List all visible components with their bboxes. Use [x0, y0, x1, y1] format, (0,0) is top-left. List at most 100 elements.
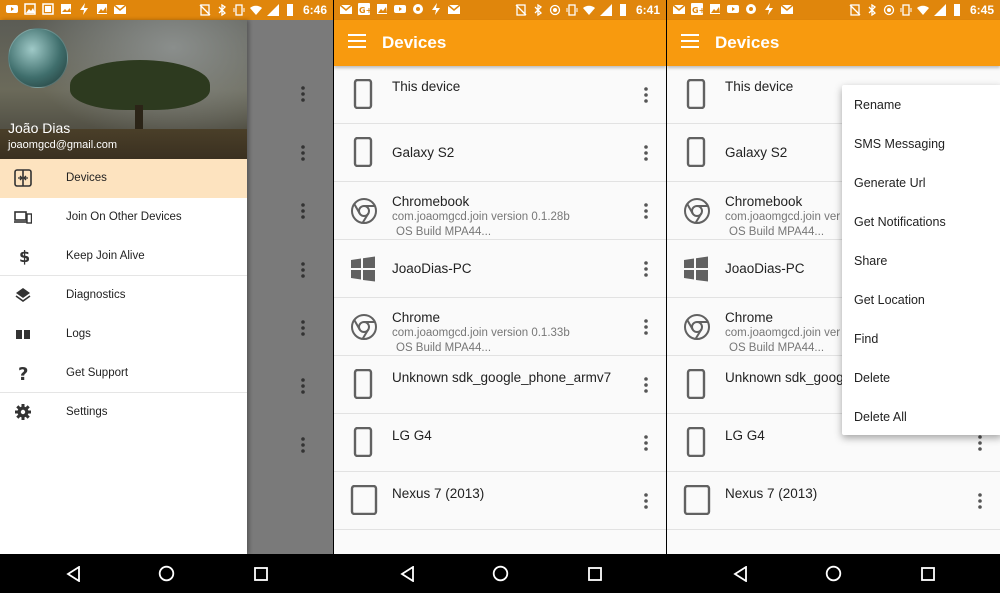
device-row[interactable]: JoaoDias-PC [334, 240, 666, 298]
signal-icon [599, 4, 612, 16]
hamburger-menu-icon[interactable] [681, 34, 699, 48]
hamburger-menu-icon[interactable] [348, 34, 366, 48]
gallery-notification-icon [42, 3, 54, 15]
device-name: Galaxy S2 [392, 145, 455, 160]
overflow-menu-icon[interactable] [644, 377, 648, 393]
phone-icon [686, 79, 706, 109]
wifi-icon [249, 5, 262, 15]
menu-item-delete[interactable]: Delete [842, 358, 1000, 397]
status-time: 6:46 [302, 3, 327, 17]
no-sim-icon [199, 4, 211, 16]
device-name: Chromebook [392, 194, 470, 209]
back-icon[interactable] [400, 566, 416, 582]
help-icon: ? [18, 364, 28, 382]
svg-text:?: ? [18, 364, 28, 382]
bluetooth-icon [868, 4, 876, 16]
device-row[interactable]: Chrome com.joaomgcd.join version 0.1.33b… [334, 298, 666, 356]
menu-item-generate-url[interactable]: Generate Url [842, 163, 1000, 202]
overflow-menu-icon[interactable] [644, 261, 648, 277]
device-row[interactable]: LG G4 [334, 414, 666, 472]
device-name: LG G4 [725, 428, 765, 443]
status-time: 6:41 [635, 3, 660, 17]
book-icon [16, 330, 30, 339]
photos-notification-icon [97, 4, 107, 14]
phone-icon [686, 427, 706, 457]
drawer-scrim[interactable] [247, 20, 333, 554]
overflow-menu-icon[interactable] [644, 435, 648, 451]
device-name: Nexus 7 (2013) [725, 486, 818, 501]
recent-apps-icon[interactable] [254, 567, 268, 581]
app-bar: Devices [334, 20, 666, 66]
drawer-item-label: Get Support [66, 367, 129, 379]
drawer-item-keep-join-alive[interactable]: $ Keep Join Alive [0, 237, 247, 276]
overflow-menu-icon[interactable] [644, 319, 648, 335]
menu-item-get-location[interactable]: Get Location [842, 280, 1000, 319]
drawer-item-devices[interactable]: Devices [0, 159, 247, 198]
photo-notification-icon [24, 3, 36, 15]
device-options-menu: Rename SMS Messaging Generate Url Get No… [842, 85, 1000, 435]
vibrate-icon [900, 4, 912, 16]
no-sim-icon [515, 4, 527, 16]
recent-apps-icon[interactable] [921, 567, 935, 581]
overflow-menu-icon[interactable] [978, 493, 982, 509]
drawer-item-label: Join On Other Devices [66, 211, 182, 223]
overflow-menu-icon[interactable] [644, 145, 648, 161]
device-list: This device Galaxy S2 Chromebook com.joa… [334, 66, 666, 530]
overflow-menu-icon[interactable] [978, 435, 982, 451]
overflow-menu-icon[interactable] [644, 493, 648, 509]
gmail-notification-icon [673, 4, 685, 14]
device-os-build: OS Build MPA44... [396, 342, 492, 354]
menu-item-delete-all[interactable]: Delete All [842, 397, 1000, 436]
home-icon[interactable] [492, 565, 509, 582]
overflow-menu-icon[interactable] [644, 203, 648, 219]
device-row[interactable]: Unknown sdk_google_phone_armv7 [334, 356, 666, 414]
home-icon[interactable] [825, 565, 842, 582]
devices-icon [14, 169, 32, 187]
bolt-notification-icon [765, 3, 773, 15]
device-version: com.joaomgcd.join ver [725, 211, 841, 223]
device-row[interactable]: Nexus 7 (2013) [334, 472, 666, 530]
drawer-item-join-on-other-devices[interactable]: Join On Other Devices [0, 198, 247, 237]
menu-item-get-notifications[interactable]: Get Notifications [842, 202, 1000, 241]
device-name: This device [392, 79, 461, 94]
page-title: Devices [382, 33, 447, 52]
drawer-item-logs[interactable]: Logs [0, 315, 247, 354]
menu-item-rename[interactable]: Rename [842, 85, 1000, 124]
gear-icon [15, 404, 31, 420]
device-row[interactable]: Galaxy S2 [334, 124, 666, 182]
home-icon[interactable] [158, 565, 175, 582]
menu-item-share[interactable]: Share [842, 241, 1000, 280]
back-icon[interactable] [66, 566, 82, 582]
device-row[interactable]: Nexus 7 (2013) [667, 472, 1000, 530]
gmail-notification-icon [114, 4, 126, 14]
avatar[interactable] [8, 28, 68, 88]
device-name: JoaoDias-PC [392, 261, 472, 276]
drawer-item-label: Logs [66, 328, 91, 340]
no-sim-icon [849, 4, 861, 16]
drawer-item-diagnostics[interactable]: Diagnostics [0, 276, 247, 315]
device-row[interactable]: This device [334, 66, 666, 124]
drawer-item-settings[interactable]: Settings [0, 393, 247, 432]
signal-icon [266, 4, 279, 16]
location-icon [549, 4, 561, 16]
drawer-item-get-support[interactable]: ? Get Support [0, 354, 247, 393]
menu-item-sms-messaging[interactable]: SMS Messaging [842, 124, 1000, 163]
youtube-notification-icon [727, 5, 739, 13]
device-name: Chromebook [725, 194, 803, 209]
phone-icon [686, 369, 706, 399]
wifi-icon [916, 5, 929, 15]
screen-devices-menu: G+ 6:45 Devices This device Galaxy S2 Ch… [667, 0, 1000, 593]
phone-icon [353, 427, 373, 457]
recent-apps-icon[interactable] [588, 567, 602, 581]
chrome-icon [351, 198, 377, 224]
menu-item-find[interactable]: Find [842, 319, 1000, 358]
device-row[interactable]: Chromebook com.joaomgcd.join version 0.1… [334, 182, 666, 240]
page-title: Devices [715, 33, 780, 52]
youtube-notification-icon [6, 5, 18, 13]
gmail-notification-icon [340, 4, 352, 14]
vibrate-icon [233, 4, 245, 16]
vibrate-icon [566, 4, 578, 16]
device-name: JoaoDias-PC [725, 261, 805, 276]
overflow-menu-icon[interactable] [644, 87, 648, 103]
back-icon[interactable] [733, 566, 749, 582]
